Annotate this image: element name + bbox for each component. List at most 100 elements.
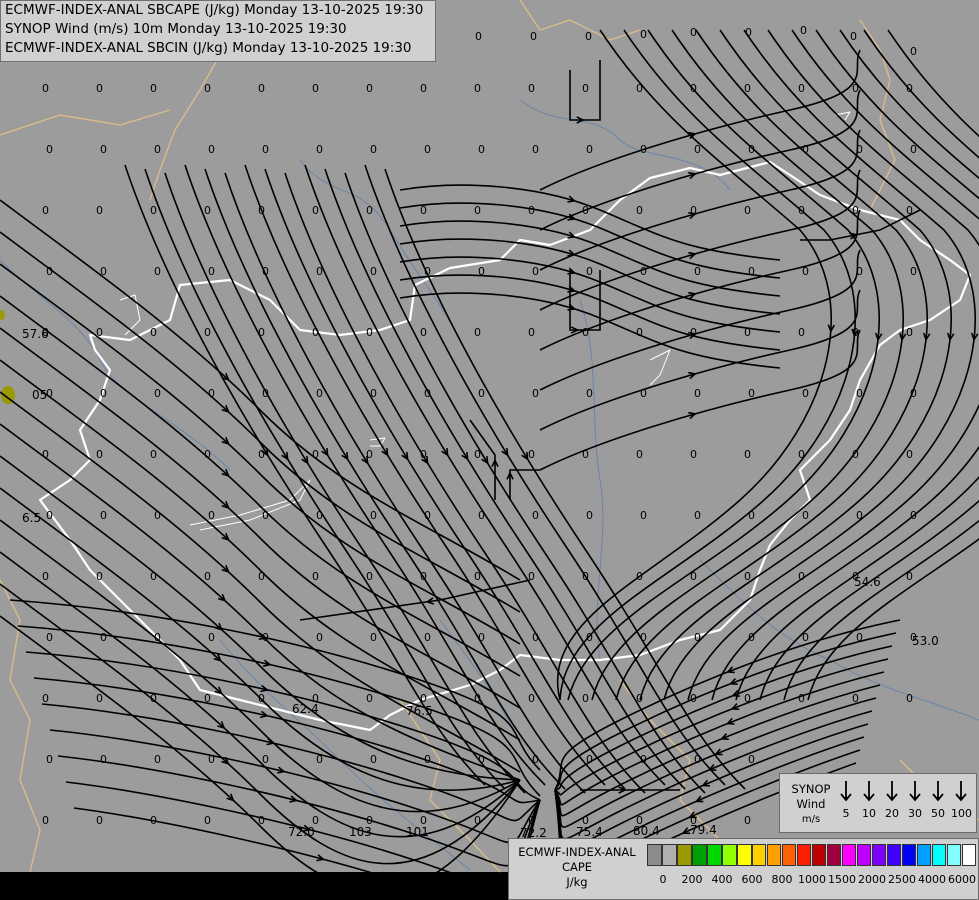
cin-zero-label: 0 bbox=[852, 82, 859, 95]
cin-zero-label: 0 bbox=[744, 326, 751, 339]
value-label: 103 bbox=[349, 825, 372, 839]
cin-zero-label: 0 bbox=[366, 204, 373, 217]
cin-zero-label: 0 bbox=[258, 570, 265, 583]
cin-zero-label: 0 bbox=[46, 509, 53, 522]
cin-zero-label: 0 bbox=[100, 387, 107, 400]
cin-zero-label: 0 bbox=[798, 692, 805, 705]
cape-tick-label: 1000 bbox=[798, 873, 826, 886]
cin-zero-label: 0 bbox=[478, 631, 485, 644]
cape-color-scale bbox=[647, 844, 977, 866]
cin-zero-label: 0 bbox=[474, 82, 481, 95]
cin-zero-label: 0 bbox=[204, 570, 211, 583]
cin-zero-label: 0 bbox=[528, 326, 535, 339]
value-label: 53.0 bbox=[912, 634, 939, 648]
cape-legend-label: ECMWF-INDEX-ANAL CAPE J/kg bbox=[518, 845, 636, 889]
cape-tick-label: 6000 bbox=[948, 873, 976, 886]
cin-zero-label: 0 bbox=[262, 753, 269, 766]
cin-zero-label: 0 bbox=[424, 387, 431, 400]
cin-zero-label: 0 bbox=[100, 753, 107, 766]
cin-zero-label: 0 bbox=[748, 631, 755, 644]
cin-zero-label: 0 bbox=[852, 692, 859, 705]
cape-color-swatch bbox=[946, 844, 962, 866]
cin-zero-label: 0 bbox=[694, 143, 701, 156]
header-line-cin: ECMWF-INDEX-ANAL SBCIN (J/kg) Monday 13-… bbox=[5, 40, 412, 56]
cin-zero-label: 0 bbox=[316, 265, 323, 278]
cin-zero-label: 0 bbox=[910, 509, 917, 522]
cin-zero-label: 0 bbox=[798, 570, 805, 583]
cin-zero-label: 0 bbox=[312, 448, 319, 461]
cin-zero-label: 0 bbox=[586, 509, 593, 522]
cin-zero-label: 0 bbox=[42, 814, 49, 827]
cin-zero-label: 0 bbox=[96, 448, 103, 461]
cin-zero-label: 0 bbox=[154, 631, 161, 644]
cin-zero-label: 0 bbox=[910, 143, 917, 156]
value-label: 72.0 bbox=[288, 825, 315, 839]
cin-zero-label: 0 bbox=[370, 387, 377, 400]
cape-color-swatch bbox=[916, 844, 932, 866]
cin-zero-label: 0 bbox=[856, 143, 863, 156]
cin-zero-label: 0 bbox=[528, 82, 535, 95]
cin-zero-label: 0 bbox=[96, 814, 103, 827]
cin-zero-label: 0 bbox=[744, 204, 751, 217]
cin-zero-label: 0 bbox=[424, 509, 431, 522]
cin-zero-label: 0 bbox=[802, 509, 809, 522]
cin-zero-label: 0 bbox=[640, 753, 647, 766]
cape-tick-label: 1500 bbox=[828, 873, 856, 886]
cin-zero-label: 0 bbox=[852, 326, 859, 339]
cin-zero-label: 0 bbox=[46, 143, 53, 156]
cin-zero-label: 0 bbox=[856, 631, 863, 644]
cin-zero-label: 0 bbox=[532, 265, 539, 278]
cin-zero-label: 0 bbox=[475, 30, 482, 43]
cin-zero-label: 0 bbox=[530, 30, 537, 43]
cin-zero-label: 0 bbox=[262, 143, 269, 156]
cape-tick-label: 800 bbox=[771, 873, 793, 886]
cin-zero-label: 0 bbox=[745, 26, 752, 39]
cape-color-swatch bbox=[961, 844, 977, 866]
cin-zero-label: 0 bbox=[694, 265, 701, 278]
cin-zero-label: 0 bbox=[532, 143, 539, 156]
cin-zero-label: 0 bbox=[690, 26, 697, 39]
no-data-strip bbox=[0, 872, 510, 900]
cin-zero-label: 0 bbox=[690, 570, 697, 583]
cin-zero-label: 0 bbox=[42, 448, 49, 461]
cape-tick-label: 400 bbox=[711, 873, 733, 886]
cin-zero-label: 0 bbox=[420, 82, 427, 95]
cin-zero-label: 0 bbox=[262, 509, 269, 522]
cin-zero-label: 0 bbox=[906, 326, 913, 339]
cin-zero-label: 0 bbox=[640, 631, 647, 644]
cin-zero-label: 0 bbox=[424, 631, 431, 644]
cin-zero-label: 0 bbox=[636, 326, 643, 339]
cin-zero-label: 0 bbox=[316, 631, 323, 644]
cin-zero-label: 0 bbox=[312, 570, 319, 583]
weather-map[interactable]: 0 0 0 0 0 0 0 0 0 0 0 0 0 0 0 0 0 0 0 0 0 0 0 0 0 0 0 0 0 0 0 0 0 0 0 0 0 0 0 0… bbox=[0, 0, 979, 900]
cin-zero-label: 0 bbox=[586, 631, 593, 644]
synop-wind-legend: SYNOP Wind m/s 5 10 20 30 50 100 bbox=[779, 773, 977, 833]
cin-zero-label: 0 bbox=[802, 387, 809, 400]
cape-color-swatch bbox=[841, 844, 857, 866]
cin-zero-label: 0 bbox=[640, 387, 647, 400]
map-viewer: 0 0 0 0 0 0 0 0 0 0 0 0 0 0 0 0 0 0 0 0 0 0 0 0 0 0 0 0 0 0 0 0 0 0 0 0 0 0 0 0… bbox=[0, 0, 979, 900]
cin-zero-label: 0 bbox=[910, 45, 917, 58]
value-label: 62.4 bbox=[292, 702, 319, 716]
cin-zero-label: 0 bbox=[366, 448, 373, 461]
cin-zero-label: 0 bbox=[640, 143, 647, 156]
cin-zero-label: 0 bbox=[420, 570, 427, 583]
cape-color-swatch bbox=[736, 844, 752, 866]
cin-zero-label: 0 bbox=[798, 82, 805, 95]
cin-zero-label: 0 bbox=[46, 753, 53, 766]
cin-zero-label: 0 bbox=[474, 204, 481, 217]
cape-color-swatch bbox=[796, 844, 812, 866]
cin-zero-label: 0 bbox=[258, 204, 265, 217]
cin-zero-label: 0 bbox=[906, 692, 913, 705]
cin-zero-label: 0 bbox=[478, 509, 485, 522]
cape-tick-label: 600 bbox=[741, 873, 763, 886]
cin-zero-label: 0 bbox=[154, 265, 161, 278]
cin-zero-label: 0 bbox=[906, 570, 913, 583]
cin-zero-label: 0 bbox=[798, 326, 805, 339]
cin-zero-label: 0 bbox=[150, 326, 157, 339]
wind-arrow-icon: 100 bbox=[951, 780, 972, 820]
cin-zero-label: 0 bbox=[424, 265, 431, 278]
cin-zero-label: 0 bbox=[532, 753, 539, 766]
cin-zero-label: 0 bbox=[42, 204, 49, 217]
cin-zero-label: 0 bbox=[748, 265, 755, 278]
